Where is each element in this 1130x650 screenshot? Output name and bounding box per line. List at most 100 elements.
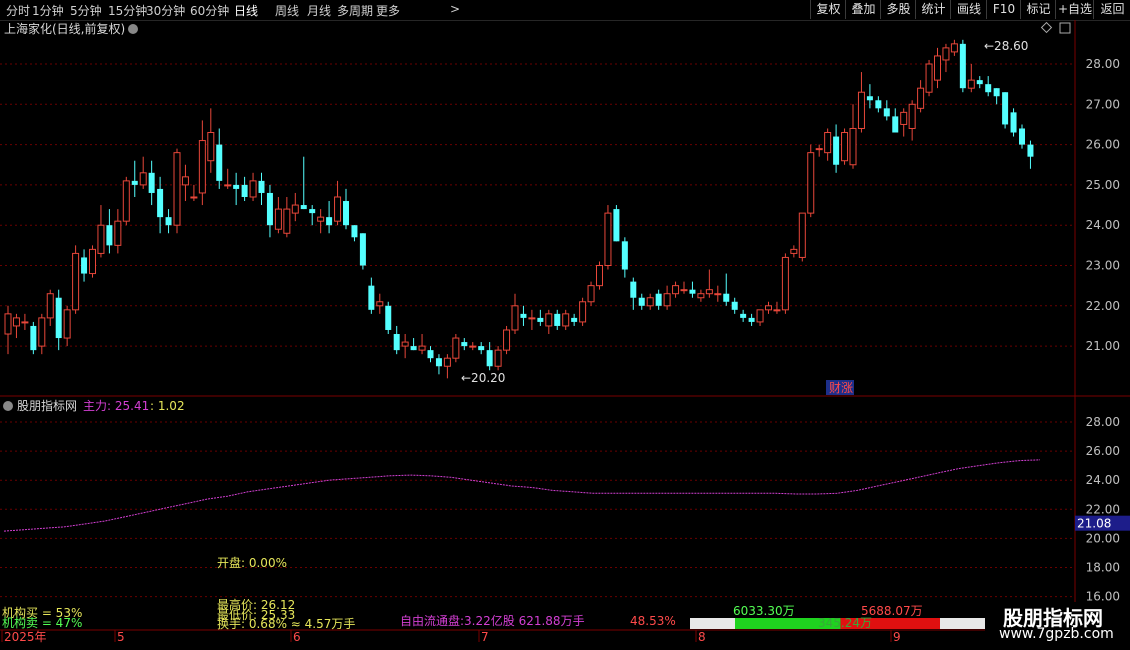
candle-body-up (249, 180, 257, 198)
period-tab-1[interactable]: 1分钟 (32, 2, 64, 19)
period-tab-5[interactable]: 60分钟 (190, 2, 229, 19)
float-pct-text: 48.53% (630, 614, 676, 628)
candle-body-down (258, 180, 265, 193)
candle-body-down (1019, 128, 1025, 145)
candle-body-down (1027, 144, 1034, 157)
candle-body-up (443, 357, 451, 367)
indicator-tick-label: 24.00 (1086, 473, 1120, 487)
candle-body-down (723, 293, 730, 302)
price-tick-label: 26.00 (1086, 138, 1120, 152)
candle-body-up (714, 293, 722, 296)
toolbar-button-4[interactable]: 画线 (950, 0, 987, 19)
more-arrow-icon[interactable]: > (450, 2, 460, 16)
candle-body-up (139, 172, 147, 186)
candle-body-down (748, 317, 755, 322)
candle-body-up (511, 305, 519, 331)
candle-body-down (165, 217, 172, 226)
candle-body-up (942, 47, 950, 61)
candle-body-down (427, 350, 434, 359)
candle-body-up (190, 196, 198, 199)
candle-body-up (545, 313, 553, 327)
toolbar-button-0[interactable]: 复权 (810, 0, 846, 19)
watermark-url: www.7gpzb.com (999, 626, 1114, 642)
candle-body-down (520, 313, 527, 318)
candle-body-up (114, 220, 122, 246)
period-tab-4[interactable]: 30分钟 (146, 2, 185, 19)
period-tab-0[interactable]: 分时 (6, 2, 30, 19)
settings-diamond-icon[interactable] (1040, 21, 1053, 34)
bar-diff-value: 345.24万 (818, 616, 872, 630)
open-text: 开盘: 0.00% (217, 555, 287, 570)
candle-body-up (334, 196, 342, 222)
toolbar-button-1[interactable]: 叠加 (845, 0, 881, 19)
candle-body-up (579, 301, 587, 323)
candle-body-down (233, 184, 240, 189)
candle-body-down (993, 88, 1000, 97)
period-tab-9[interactable]: 多周期 (337, 2, 373, 19)
toolbar-button-8[interactable]: 返回 (1093, 0, 1130, 19)
period-tab-6[interactable]: 日线 (234, 2, 258, 19)
price-tick-label: 21.00 (1086, 339, 1120, 353)
candle-body-up (765, 305, 772, 311)
candle-body-down (638, 297, 645, 306)
candle-body-down (1002, 92, 1009, 125)
candle-body-down (655, 293, 662, 306)
toolbar-button-5[interactable]: F10 (986, 0, 1021, 19)
candle-body-down (393, 334, 400, 351)
candle-body-up (934, 55, 941, 81)
candle-body-up (950, 43, 958, 53)
window-toggle-icon[interactable] (1059, 22, 1071, 34)
ratio-label: : 1.02 (150, 399, 185, 413)
candle-body-up (494, 349, 502, 367)
candle-body-up (274, 208, 282, 230)
toolbar-button-2[interactable]: 多股 (880, 0, 916, 19)
bar-right-cap (940, 618, 985, 629)
indicator-dropdown-icon[interactable] (3, 401, 13, 411)
candle-body-down (359, 233, 366, 266)
candle-body-up (503, 329, 511, 351)
candle-body-down (486, 350, 493, 367)
candle-body-up (824, 132, 832, 154)
candle-body-up (21, 321, 29, 324)
candle-body-down (976, 80, 983, 85)
candle-body-up (798, 212, 806, 258)
candle-body-down (266, 192, 273, 226)
candle-body-up (604, 212, 612, 266)
candle-body-down (435, 358, 442, 367)
candle-body-down (241, 184, 248, 197)
toolbar-button-7[interactable]: +自选 (1055, 0, 1094, 19)
price-tick-label: 24.00 (1086, 218, 1120, 232)
candle-body-down (883, 108, 890, 117)
candle-body-up (401, 341, 409, 347)
period-tab-10[interactable]: 更多 (376, 2, 400, 19)
candle-body-up (122, 180, 130, 222)
date-axis-label: 9 (893, 630, 901, 644)
candle-body-down (892, 116, 899, 133)
date-axis-label: 2025年 (4, 630, 47, 644)
title-dropdown-icon[interactable] (128, 24, 138, 34)
period-tab-3[interactable]: 15分钟 (108, 2, 147, 19)
brand-watermark: 股朋指标网 www.7gpzb.com (985, 602, 1130, 650)
period-tab-8[interactable]: 月线 (307, 2, 331, 19)
candle-body-down (55, 297, 62, 339)
price-tick-label: 27.00 (1086, 97, 1120, 111)
toolbar-button-6[interactable]: 标记 (1020, 0, 1056, 19)
candle-body-up (967, 79, 975, 89)
period-tab-7[interactable]: 周线 (275, 2, 299, 19)
toolbar-button-3[interactable]: 统计 (915, 0, 951, 19)
period-tab-2[interactable]: 5分钟 (70, 2, 102, 19)
price-tick-label: 25.00 (1086, 178, 1120, 192)
chart-area: 28.00 27.00 26.00 25.00 24.00 23.00 22.00 21.00… (0, 20, 1130, 644)
candle-body-up (705, 289, 713, 295)
candle-body-down (216, 144, 223, 181)
candle-body-up (12, 317, 20, 327)
indicator-tick-label: 22.00 (1086, 502, 1120, 516)
candle-body-down (833, 136, 840, 165)
candle-body-up (283, 208, 291, 234)
candle-body-up (89, 248, 96, 275)
price-tick-label: 23.00 (1086, 259, 1120, 273)
candle-body-down (106, 225, 113, 246)
candle-body-down (30, 325, 37, 351)
candle-body-up (317, 216, 325, 222)
float-share-text: 自由流通盘:3.22亿股 621.88万手 (400, 613, 585, 628)
